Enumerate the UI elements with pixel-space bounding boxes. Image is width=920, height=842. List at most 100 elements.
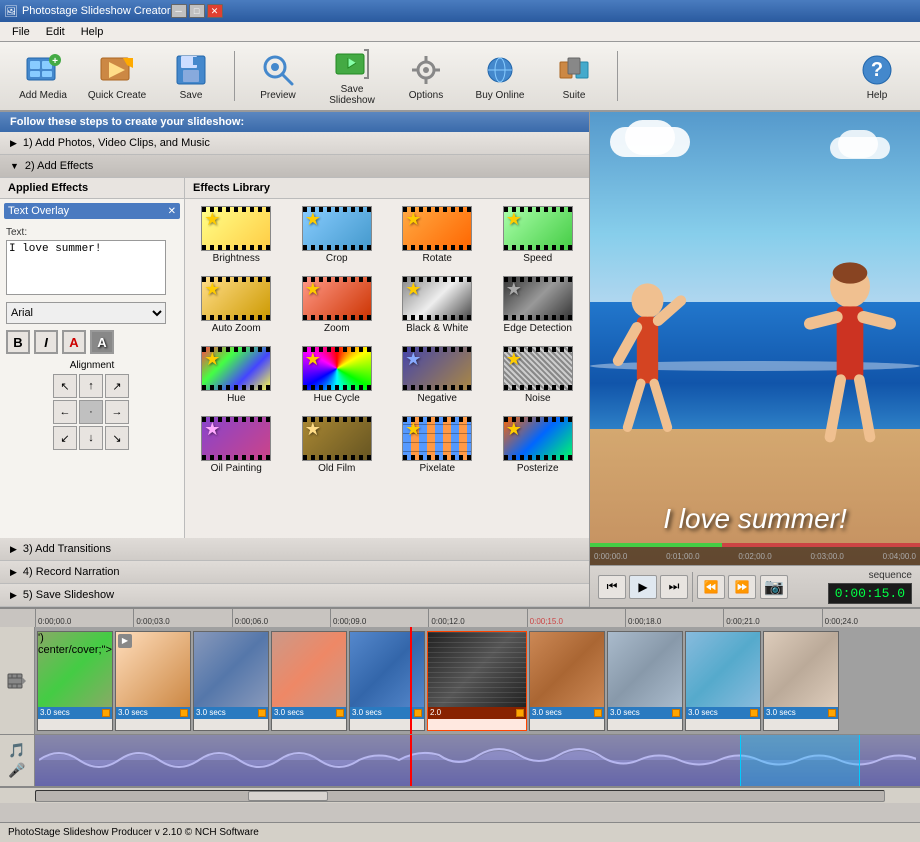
align-bottom-left[interactable]: ↙ <box>53 426 77 450</box>
help-button[interactable]: ? Help <box>842 47 912 105</box>
buy-online-button[interactable]: Buy Online <box>465 47 535 105</box>
align-middle-right[interactable]: → <box>105 400 129 424</box>
bold-button[interactable]: B <box>6 330 30 354</box>
steps-header: Follow these steps to create your slides… <box>0 112 589 132</box>
options-label: Options <box>409 90 443 101</box>
table-row[interactable]: 3.0 secs <box>349 631 425 731</box>
table-row[interactable]: 3.0 secs <box>529 631 605 731</box>
effect-oldfilm[interactable]: ★ Old Film <box>290 413 385 477</box>
effect-crop[interactable]: ★ Crop <box>290 203 385 267</box>
alignment-label: Alignment <box>6 360 178 371</box>
menu-edit[interactable]: Edit <box>38 24 73 40</box>
effect-rotate[interactable]: ★ Rotate <box>390 203 485 267</box>
effect-oilpainting[interactable]: ★ Oil Painting <box>189 413 284 477</box>
step3-expander[interactable]: ▶ 3) Add Transitions <box>0 538 589 561</box>
text-overlay-close[interactable]: ✕ <box>168 206 176 217</box>
save-button[interactable]: Save <box>156 47 226 105</box>
minimize-button[interactable]: ─ <box>171 4 187 18</box>
play-button[interactable]: ▶ <box>629 575 657 599</box>
suite-button[interactable]: Suite <box>539 47 609 105</box>
effect-noise[interactable]: ★ Noise <box>491 343 586 407</box>
effect-edgedetection[interactable]: ★ Edge Detection <box>491 273 586 337</box>
menu-help[interactable]: Help <box>73 24 112 40</box>
skip-to-end-button[interactable]: ⏭ <box>660 575 688 599</box>
text-color-button[interactable]: A <box>62 330 86 354</box>
video-icon <box>7 671 27 691</box>
effect-brightness[interactable]: ★ Brightness <box>189 203 284 267</box>
close-button[interactable]: ✕ <box>207 4 223 18</box>
main-area: Follow these steps to create your slides… <box>0 112 920 607</box>
add-media-button[interactable]: + Add Media <box>8 47 78 105</box>
align-top-left[interactable]: ↖ <box>53 374 77 398</box>
text-shadow-button[interactable]: A <box>90 330 114 354</box>
svg-text:+: + <box>52 56 58 67</box>
suite-icon <box>556 52 592 88</box>
effect-oilpainting-thumb: ★ <box>201 416 271 461</box>
align-bottom-center[interactable]: ↓ <box>79 426 103 450</box>
step2-label: 2) Add Effects <box>25 160 93 172</box>
align-middle-center[interactable]: · <box>79 400 103 424</box>
effect-pixelate[interactable]: ★ Pixelate <box>390 413 485 477</box>
maximize-button[interactable]: □ <box>189 4 205 18</box>
effect-hue[interactable]: ★ Hue <box>189 343 284 407</box>
italic-button[interactable]: I <box>34 330 58 354</box>
audio-track-content[interactable] <box>35 735 920 786</box>
step4-expander[interactable]: ▶ 4) Record Narration <box>0 561 589 584</box>
effect-hue-thumb: ★ <box>201 346 271 391</box>
align-bottom-right[interactable]: ↘ <box>105 426 129 450</box>
save-icon <box>173 52 209 88</box>
video-track-label <box>0 627 35 734</box>
effect-negative[interactable]: ★ Negative <box>390 343 485 407</box>
right-panel: 0:00;00.0 0:01;00.0 0:02;00.0 0:03;00.0 … <box>590 112 920 607</box>
step5-expander[interactable]: ▶ 5) Save Slideshow <box>0 584 589 607</box>
table-row[interactable]: ▶ 3.0 secs <box>115 631 191 731</box>
align-top-right[interactable]: ↗ <box>105 374 129 398</box>
font-selector[interactable]: Arial <box>6 302 166 324</box>
preview-button[interactable]: Preview <box>243 47 313 105</box>
effects-library: Effects Library ★ Brightness <box>185 178 589 538</box>
save-slideshow-button[interactable]: Save Slideshow <box>317 47 387 105</box>
table-row[interactable]: 3.0 secs <box>193 631 269 731</box>
video-track-content[interactable]: ') center/cover;"> 3.0 secs ▶ 3.0 secs <box>35 627 920 734</box>
effect-posterize[interactable]: ★ Posterize <box>491 413 586 477</box>
ruler-tick-3: 0:00;09.0 <box>330 609 428 627</box>
scrollbar-thumb[interactable] <box>248 791 328 801</box>
text-overlay-label: Text Overlay <box>8 205 69 217</box>
table-row[interactable]: ') center/cover;"> 3.0 secs <box>37 631 113 731</box>
table-row[interactable]: 3.0 secs <box>763 631 839 731</box>
ruler-tick-8: 0:00;24.0 <box>822 609 920 627</box>
align-top-center[interactable]: ↑ <box>79 374 103 398</box>
table-row[interactable]: 3.0 secs <box>607 631 683 731</box>
text-textarea[interactable]: I love summer! <box>6 240 166 295</box>
save-label: Save <box>180 90 203 101</box>
time-display: 0:00:15.0 <box>828 583 912 604</box>
app-icon: 🖼 <box>4 5 18 18</box>
menu-file[interactable]: File <box>4 24 38 40</box>
step2-expander[interactable]: ▼ 2) Add Effects <box>0 155 589 178</box>
camera-button[interactable]: 📷 <box>760 575 788 599</box>
title-bar: 🖼 Photostage Slideshow Creator ─ □ ✕ <box>0 0 920 22</box>
frame-back-button[interactable]: ⏪ <box>697 575 725 599</box>
clip-bottom-bar: 3.0 secs <box>350 707 424 719</box>
table-row[interactable]: 2.0 <box>427 631 527 731</box>
options-button[interactable]: Options <box>391 47 461 105</box>
table-row[interactable]: 3.0 secs <box>685 631 761 731</box>
ruler-tick-0: 0:00;00.0 <box>35 609 133 627</box>
skip-to-start-button[interactable]: ⏮ <box>598 575 626 599</box>
playback-controls: ⏮ ▶ ⏭ <box>598 575 688 599</box>
scrollbar-track[interactable] <box>35 790 885 802</box>
effect-speed-name: Speed <box>523 253 552 264</box>
text-overlay-item[interactable]: Text Overlay ✕ <box>4 203 180 219</box>
effect-autozoom[interactable]: ★ Auto Zoom <box>189 273 284 337</box>
effect-huecycle[interactable]: ★ Hue Cycle <box>290 343 385 407</box>
horizontal-scrollbar <box>0 787 920 803</box>
effect-speed[interactable]: ★ Speed <box>491 203 586 267</box>
table-row[interactable]: 3.0 secs <box>271 631 347 731</box>
align-middle-left[interactable]: ← <box>53 400 77 424</box>
step1-expander[interactable]: ▶ 1) Add Photos, Video Clips, and Music <box>0 132 589 155</box>
effect-blackwhite[interactable]: ★ Black & White <box>390 273 485 337</box>
frame-forward-button[interactable]: ⏩ <box>728 575 756 599</box>
quick-create-button[interactable]: Quick Create <box>82 47 152 105</box>
effect-autozoom-name: Auto Zoom <box>212 323 261 334</box>
effect-zoom[interactable]: ★ Zoom <box>290 273 385 337</box>
